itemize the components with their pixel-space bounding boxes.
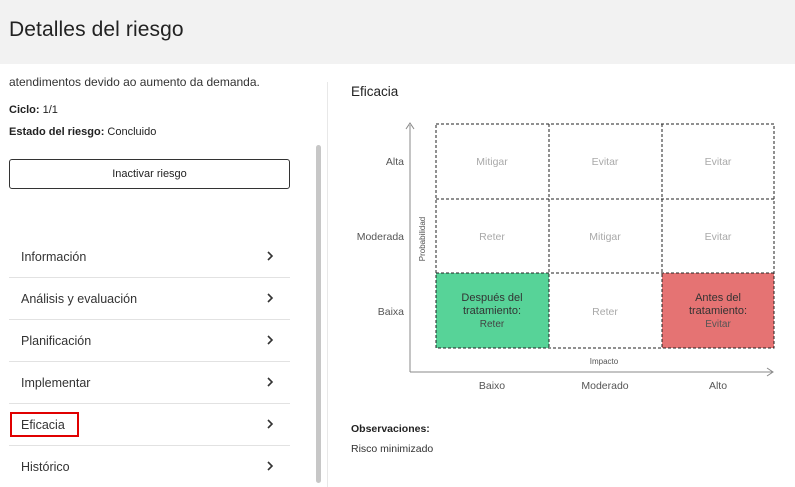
scrollbar-thumb[interactable] <box>316 145 321 483</box>
matrix-cell: Evitar <box>705 231 732 243</box>
chevron-right-icon <box>267 335 274 345</box>
nav-item-label: Planificación <box>21 333 92 348</box>
nav-item-analisis[interactable]: Análisis y evaluación <box>9 278 290 320</box>
matrix-cell: Reter <box>592 306 618 318</box>
risk-state-label: Estado del riesgo: <box>9 126 105 138</box>
cycle-label: Ciclo: <box>9 104 40 116</box>
row-label: Baixa <box>378 306 404 318</box>
matrix-cell: Reter <box>479 231 505 243</box>
nav-item-planificacion[interactable]: Planificación <box>9 320 290 362</box>
nav-item-implementar[interactable]: Implementar <box>9 362 290 404</box>
nav-item-label: Implementar <box>21 375 91 390</box>
col-label: Alto <box>709 380 727 392</box>
section-title: Eficacia <box>351 84 399 99</box>
nav-item-label: Análisis y evaluación <box>21 291 138 306</box>
panel-divider <box>327 82 328 487</box>
matrix-cell: Evitar <box>705 156 732 168</box>
before-treatment-line2: tratamiento: <box>689 305 747 317</box>
section-nav: Información Análisis y evaluación Planif… <box>9 236 290 487</box>
col-label: Baixo <box>479 380 505 392</box>
description-text: atendimentos devido ao aumento da demand… <box>9 75 260 89</box>
after-treatment-line1: Después del <box>461 292 522 304</box>
matrix-cell: Mitigar <box>589 231 621 243</box>
chevron-right-icon <box>267 293 274 303</box>
matrix-cell: Reter <box>480 319 505 330</box>
page-header: Detalles del riesgo <box>0 0 795 64</box>
cycle-field: Ciclo: 1/1 <box>9 104 58 116</box>
risk-state-value: Concluido <box>107 126 157 138</box>
matrix-cell: Evitar <box>592 156 619 168</box>
matrix-cell: Mitigar <box>476 156 508 168</box>
chevron-right-icon <box>267 461 274 471</box>
risk-matrix: Probabilidad Impacto Alta Moderada Baixa… <box>357 122 775 392</box>
observations-value: Risco minimizado <box>351 443 434 455</box>
nav-item-label: Información <box>21 249 87 264</box>
nav-item-eficacia[interactable]: Eficacia <box>9 404 290 446</box>
nav-item-label: Histórico <box>21 460 70 474</box>
risk-state-field: Estado del riesgo: Concluido <box>9 126 156 138</box>
left-panel: atendimentos devido ao aumento da demand… <box>0 64 326 487</box>
after-treatment-line2: tratamiento: <box>463 305 521 317</box>
nav-item-label: Eficacia <box>10 412 79 437</box>
inactivate-risk-button[interactable]: Inactivar riesgo <box>9 159 290 189</box>
page-title: Detalles del riesgo <box>9 18 184 41</box>
chevron-right-icon <box>267 251 274 261</box>
matrix-cell: Evitar <box>705 319 731 330</box>
nav-item-informacion[interactable]: Información <box>9 236 290 278</box>
y-axis-label: Probabilidad <box>418 217 427 261</box>
x-axis-label: Impacto <box>590 357 619 366</box>
chevron-right-icon <box>267 419 274 429</box>
observations-label: Observaciones: <box>351 423 430 435</box>
nav-item-historico[interactable]: Histórico <box>9 446 290 487</box>
col-label: Moderado <box>581 380 628 392</box>
row-label: Moderada <box>357 231 404 243</box>
cycle-value: 1/1 <box>42 104 58 116</box>
chevron-right-icon <box>267 377 274 387</box>
before-treatment-line1: Antes del <box>695 292 741 304</box>
row-label: Alta <box>386 156 404 168</box>
